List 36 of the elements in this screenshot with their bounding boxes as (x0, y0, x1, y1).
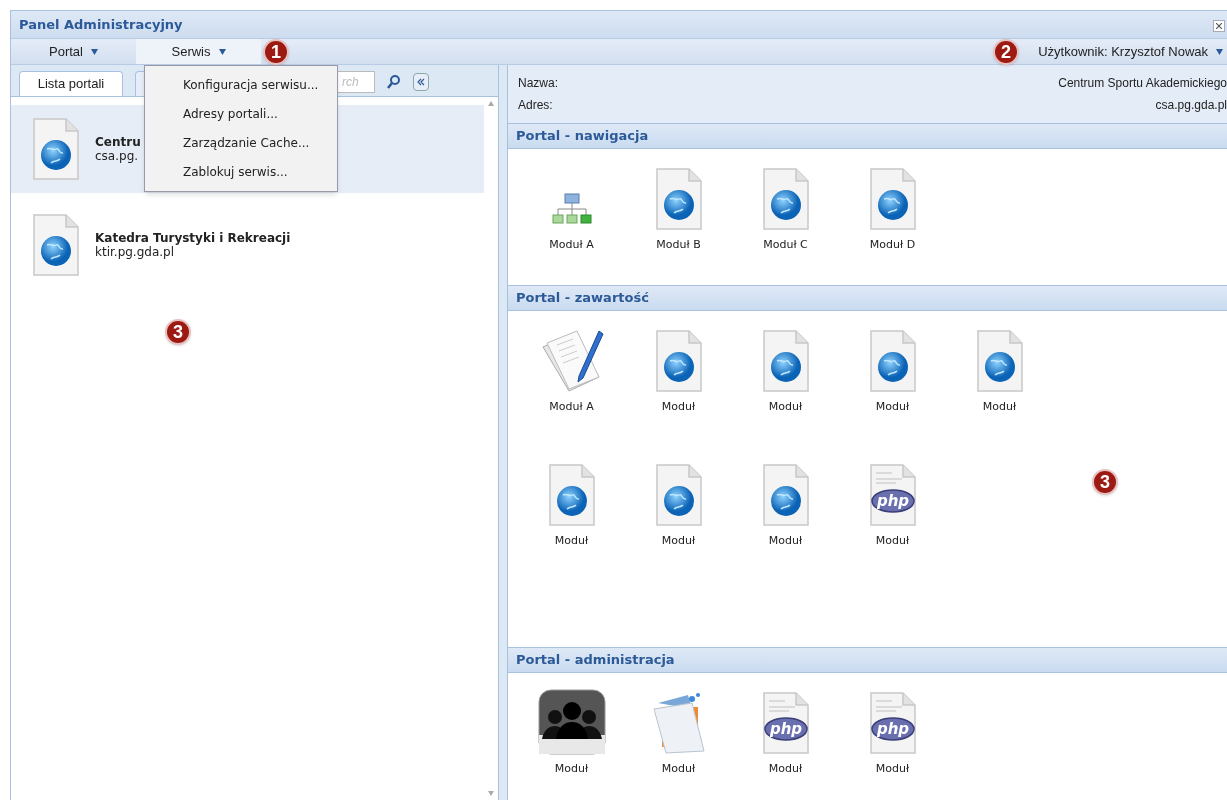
module-label: Moduł (661, 533, 696, 549)
callout-marker: 3 (165, 319, 191, 345)
detail-label: Adres: (518, 97, 553, 114)
module-label: Moduł A (549, 399, 594, 415)
module-label: Moduł (554, 761, 589, 777)
php-document-icon: php (867, 691, 918, 755)
module-label: Moduł (554, 533, 589, 549)
section-header: Portal - zawartość (508, 285, 1227, 311)
module-label: Moduł (661, 761, 696, 777)
module-label: Moduł D (869, 237, 916, 253)
module-label: Moduł A (549, 237, 594, 253)
module-label: Moduł (875, 761, 910, 777)
portal-address: csa.pg. (95, 149, 140, 163)
portal-name: Centru (95, 135, 141, 149)
portal-name: Katedra Turystyki i Rekreacji (95, 231, 291, 245)
php-document-icon: php (867, 463, 918, 527)
module-label: Moduł (875, 533, 910, 549)
module-label: Moduł C (763, 237, 808, 253)
module-label: Moduł (661, 399, 696, 415)
module-label: Moduł (768, 399, 803, 415)
module-label: Moduł (768, 533, 803, 549)
php-document-icon: php (760, 691, 811, 755)
callout-marker: 2 (993, 39, 1019, 65)
section-header: Portal - administracja (508, 647, 1227, 673)
module-label: Moduł B (656, 237, 701, 253)
detail-label: Nazwa: (518, 75, 558, 92)
detail-value: Centrum Sportu Akademickiego (1058, 75, 1227, 92)
callout-marker: 3 (1092, 469, 1118, 495)
section-header: Portal - nawigacja (508, 123, 1227, 149)
module-label: Moduł (982, 399, 1017, 415)
window-title: Panel Administracyjny (19, 15, 183, 34)
module-label: Moduł (875, 399, 910, 415)
module-label: Moduł (768, 761, 803, 777)
detail-value: csa.pg.gda.pl (1155, 97, 1227, 114)
portal-address: ktir.pg.gda.pl (95, 245, 176, 259)
callout-marker: 1 (263, 39, 289, 65)
